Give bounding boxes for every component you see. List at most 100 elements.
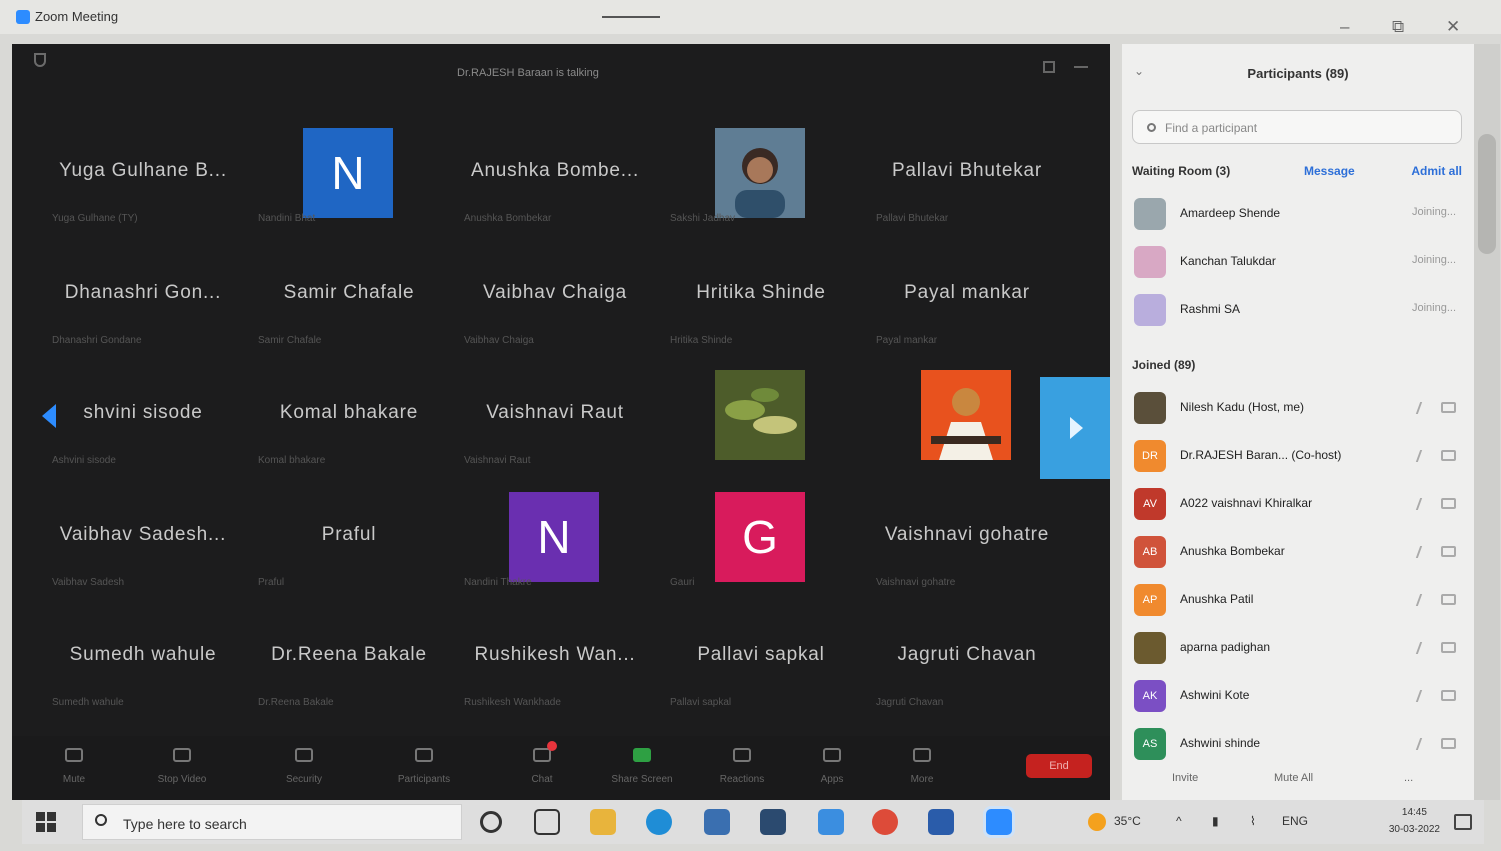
temperature[interactable]: 35°C — [1114, 814, 1141, 828]
video-tile[interactable]: Pallavi Bhutekar Pallavi Bhutekar — [864, 116, 1070, 234]
microphone-muted-icon[interactable] — [1415, 594, 1433, 606]
video-off-icon[interactable] — [1441, 738, 1456, 749]
store-icon[interactable] — [760, 809, 786, 835]
clock[interactable]: 14:45 30-03-2022 — [1389, 804, 1440, 838]
video-tile[interactable]: Dr.Reena Bakale Dr.Reena Bakale — [246, 600, 452, 718]
waiting-participant-row[interactable]: Kanchan Talukdar Joining... — [1132, 242, 1464, 282]
microphone-muted-icon[interactable] — [1415, 450, 1433, 462]
video-tile[interactable]: G Gauri — [658, 480, 864, 598]
video-tile[interactable]: Vaibhav Sadesh... Vaibhav Sadesh — [40, 480, 246, 598]
video-tile[interactable]: N Nandini Thakre — [452, 480, 658, 598]
cortana-icon[interactable] — [480, 811, 502, 833]
microphone-muted-icon[interactable] — [1415, 546, 1433, 558]
video-tile[interactable]: Jagruti Chavan Jagruti Chavan — [864, 600, 1070, 718]
video-tile[interactable]: Komal bhakare Komal bhakare — [246, 358, 452, 476]
microphone-muted-icon[interactable] — [1415, 738, 1433, 750]
participants-button[interactable]: Participants — [382, 744, 466, 794]
participant-search[interactable] — [1132, 110, 1462, 144]
fullscreen-icon[interactable] — [1074, 66, 1088, 68]
network-icon[interactable]: ⌇ — [1250, 814, 1256, 828]
waiting-participant-row[interactable]: Amardeep Shende Joining... — [1132, 194, 1464, 234]
apps-button[interactable]: Apps — [790, 744, 874, 794]
waiting-participant-row[interactable]: Rashmi SA Joining... — [1132, 290, 1464, 330]
previous-page-icon[interactable] — [42, 404, 56, 428]
more-options-button[interactable]: ... — [1404, 772, 1413, 784]
microphone-muted-icon[interactable] — [1415, 642, 1433, 654]
reactions-button[interactable]: Reactions — [700, 744, 784, 794]
joined-header[interactable]: Joined (89) — [1132, 358, 1195, 372]
video-tile[interactable]: Sakshi Jadhav — [658, 116, 864, 234]
joined-participant-row[interactable]: DR Dr.RAJESH Baran... (Co-host) — [1132, 436, 1464, 476]
panel-scrollbar[interactable] — [1474, 44, 1500, 800]
joined-participant-row[interactable]: AV A022 vaishnavi Khiralkar — [1132, 484, 1464, 524]
file-explorer-icon[interactable] — [590, 809, 616, 835]
video-tile[interactable]: Vaishnavi Raut Vaishnavi Raut — [452, 358, 658, 476]
edge-browser-icon[interactable] — [646, 809, 672, 835]
video-tile[interactable]: Dhanashri Gon... Dhanashri Gondane — [40, 238, 246, 356]
language-indicator[interactable]: ENG — [1282, 814, 1308, 828]
scrollbar-thumb[interactable] — [1478, 134, 1496, 254]
video-tile[interactable]: Payal mankar Payal mankar — [864, 238, 1070, 356]
tray-chevron-icon[interactable]: ^ — [1176, 814, 1182, 828]
end-button[interactable]: End — [1026, 754, 1092, 778]
close-button[interactable]: ✕ — [1446, 18, 1460, 36]
next-page-button[interactable] — [1040, 377, 1110, 479]
microphone-muted-icon[interactable] — [1415, 498, 1433, 510]
video-tile[interactable]: Sumedh wahule Sumedh wahule — [40, 600, 246, 718]
video-off-icon[interactable] — [1441, 498, 1456, 509]
video-tile[interactable]: Hritika Shinde Hritika Shinde — [658, 238, 864, 356]
video-tile[interactable]: Praful Praful — [246, 480, 452, 598]
video-off-icon[interactable] — [1441, 402, 1456, 413]
joined-participant-row[interactable]: AB Anushka Bombekar — [1132, 532, 1464, 572]
notification-icon[interactable] — [1454, 814, 1472, 830]
chat-button[interactable]: Chat — [500, 741, 584, 794]
invite-button[interactable]: Invite — [1172, 772, 1198, 784]
waiting-room-label[interactable]: Waiting Room (3) — [1132, 164, 1230, 178]
video-tile[interactable]: Samir Chafale Samir Chafale — [246, 238, 452, 356]
video-tile[interactable]: Anushka Bombe... Anushka Bombekar — [452, 116, 658, 234]
video-tile[interactable]: shvini sisode Ashvini sisode — [40, 358, 246, 476]
windows-start-icon[interactable] — [36, 812, 56, 832]
weather-icon[interactable] — [1088, 813, 1106, 831]
video-tile[interactable]: Pallavi sapkal Pallavi sapkal — [658, 600, 864, 718]
microphone-muted-icon[interactable] — [1415, 690, 1433, 702]
drag-handle[interactable] — [602, 16, 660, 18]
mute-all-button[interactable]: Mute All — [1274, 772, 1313, 784]
joined-participant-row[interactable]: Nilesh Kadu (Host, me) — [1132, 388, 1464, 428]
search-input[interactable] — [1165, 118, 1445, 138]
joined-participant-row[interactable]: aparna padighan — [1132, 628, 1464, 668]
video-off-icon[interactable] — [1441, 642, 1456, 653]
joined-participant-row[interactable]: AK Ashwini Kote — [1132, 676, 1464, 716]
video-tile[interactable] — [658, 358, 864, 476]
joined-participant-row[interactable]: AS Ashwini shinde — [1132, 724, 1464, 764]
zoom-taskbar-icon[interactable] — [986, 809, 1012, 835]
security-button[interactable]: Security — [262, 744, 346, 794]
shield-icon[interactable] — [34, 53, 46, 67]
admit-all-link[interactable]: Admit all — [1411, 164, 1462, 178]
battery-icon[interactable]: ▮ — [1212, 814, 1219, 828]
app-l-icon[interactable] — [818, 809, 844, 835]
video-tile[interactable]: Rushikesh Wan... Rushikesh Wankhade — [452, 600, 658, 718]
video-tile[interactable]: Vaishnavi gohatre Vaishnavi gohatre — [864, 480, 1070, 598]
video-off-icon[interactable] — [1441, 690, 1456, 701]
video-off-icon[interactable] — [1441, 546, 1456, 557]
video-tile[interactable]: N Nandini Bhat — [246, 116, 452, 234]
minimize-button[interactable]: – — [1340, 18, 1349, 36]
mute-button[interactable]: Mute — [32, 744, 116, 794]
message-link[interactable]: Message — [1304, 164, 1355, 178]
video-tile[interactable]: Yuga Gulhane B... Yuga Gulhane (TY) — [40, 116, 246, 234]
video-off-icon[interactable] — [1441, 450, 1456, 461]
chrome-icon[interactable] — [872, 809, 898, 835]
video-tile[interactable]: Vaibhav Chaiga Vaibhav Chaiga — [452, 238, 658, 356]
stop-video-button[interactable]: Stop Video — [140, 744, 224, 794]
word-icon[interactable] — [928, 809, 954, 835]
share-screen-button[interactable]: Share Screen — [600, 744, 684, 794]
joined-participant-row[interactable]: AP Anushka Patil — [1132, 580, 1464, 620]
task-view-icon[interactable] — [534, 809, 560, 835]
mail-icon[interactable] — [704, 809, 730, 835]
video-off-icon[interactable] — [1441, 594, 1456, 605]
gallery-view-icon[interactable] — [1043, 61, 1055, 73]
taskbar-search[interactable]: Type here to search — [82, 804, 462, 840]
restore-button[interactable]: ⧉ — [1392, 18, 1404, 36]
more-button[interactable]: More — [880, 744, 964, 794]
